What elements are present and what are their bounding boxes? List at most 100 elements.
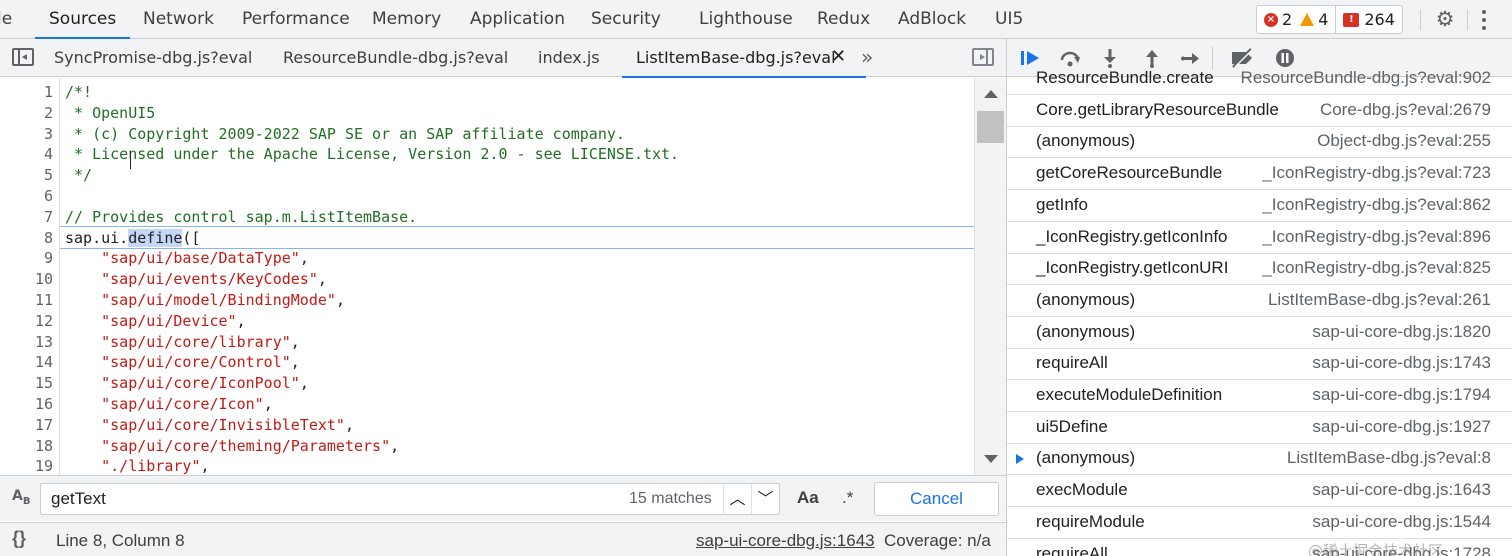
frame-location-link[interactable]: _IconRegistry-dbg.js?eval:723 [1262, 163, 1491, 183]
line-number[interactable]: 17 [0, 415, 53, 436]
frame-location-link[interactable]: sap-ui-core-dbg.js:1544 [1312, 512, 1491, 532]
editor-scrollbar[interactable] [974, 78, 1006, 475]
call-frame[interactable]: getInfo _IconRegistry-dbg.js?eval:862 [1007, 190, 1512, 222]
replace-toggle-icon[interactable]: AB [12, 488, 30, 507]
call-frame[interactable]: ui5Define sap-ui-core-dbg.js:1927 [1007, 412, 1512, 444]
previous-match-button[interactable]: ︿ [723, 484, 751, 514]
call-frame[interactable]: requireAll sap-ui-core-dbg.js:1743 [1007, 348, 1512, 381]
gear-icon[interactable]: ⚙ [1434, 8, 1456, 30]
line-number[interactable]: 5 [0, 165, 53, 186]
panel-tab-redux[interactable]: Redux [817, 0, 870, 39]
frame-location-link[interactable]: ListItemBase-dbg.js?eval:261 [1268, 290, 1491, 310]
more-tabs-icon[interactable]: » [861, 46, 873, 68]
toggle-navigator-icon[interactable] [12, 48, 34, 66]
call-frame[interactable]: (anonymous) sap-ui-core-dbg.js:1820 [1007, 317, 1512, 349]
panel-tab-bar: le Sources Network Performance Memory Ap… [0, 0, 1512, 39]
code-line: 12 "sap/ui/Device", [0, 311, 974, 332]
panel-tab-network[interactable]: Network [143, 0, 214, 39]
search-input[interactable] [51, 484, 551, 514]
call-frame[interactable]: (anonymous) ListItemBase-dbg.js?eval:8 [1007, 443, 1512, 476]
line-number[interactable]: 3 [0, 124, 53, 145]
code-line: 2 * OpenUI5 [0, 103, 974, 124]
line-number[interactable]: 12 [0, 311, 53, 332]
frame-location-link[interactable]: Object-dbg.js?eval:255 [1317, 131, 1491, 151]
call-frame[interactable]: requireModule sap-ui-core-dbg.js:1544 [1007, 507, 1512, 539]
line-number[interactable]: 15 [0, 373, 53, 394]
cancel-search-button[interactable]: Cancel [874, 482, 999, 516]
frame-function-name: (anonymous) [1036, 321, 1136, 341]
line-number[interactable]: 2 [0, 103, 53, 124]
code-editor[interactable]: 1/*! 2 * OpenUI5 3 * (c) Copyright 2009-20… [0, 78, 974, 475]
line-number[interactable]: 11 [0, 290, 53, 311]
panel-tab-ui5[interactable]: UI5 [995, 0, 1023, 39]
call-frame[interactable]: getCoreResourceBundle _IconRegistry-dbg.j… [1007, 158, 1512, 191]
frame-function-name: ResourceBundle.create [1036, 68, 1214, 87]
line-number[interactable]: 14 [0, 352, 53, 373]
file-tab-index[interactable]: index.js [538, 39, 600, 77]
frame-location-link[interactable]: sap-ui-core-dbg.js:1794 [1312, 385, 1491, 405]
frame-location-link[interactable]: sap-ui-core-dbg.js:1743 [1312, 353, 1491, 373]
frame-location-link[interactable]: sap-ui-core-dbg.js:1820 [1312, 322, 1491, 342]
line-number[interactable]: 9 [0, 248, 53, 269]
devtools-window: { "panels": ["le","Sources","Network","P… [0, 0, 1512, 556]
line-source: "sap/ui/model/BindingMode", [101, 291, 345, 309]
source-link[interactable]: sap-ui-core-dbg.js:1643 [696, 531, 875, 551]
call-frame[interactable]: (anonymous) ListItemBase-dbg.js?eval:261 [1007, 285, 1512, 317]
more-options-icon[interactable] [1478, 8, 1490, 32]
line-number[interactable]: 13 [0, 332, 53, 353]
call-frame[interactable]: Core.getLibraryResourceBundle Core-dbg.js… [1007, 95, 1512, 127]
regex-button[interactable]: .* [842, 488, 853, 508]
line-number[interactable]: 1 [0, 82, 53, 103]
call-frame[interactable]: (anonymous) Object-dbg.js?eval:255 [1007, 126, 1512, 159]
line-number[interactable]: 10 [0, 269, 53, 290]
frame-location-link[interactable]: _IconRegistry-dbg.js?eval:896 [1262, 227, 1491, 247]
line-source: * Licensed under the Apache License, Ver… [65, 145, 680, 164]
line-source: "sap/ui/core/Control", [101, 353, 300, 372]
line-number[interactable]: 6 [0, 186, 53, 207]
panel-tab-memory[interactable]: Memory [372, 0, 441, 39]
panel-tab-application[interactable]: Application [470, 0, 565, 39]
current-line-highlight [60, 226, 974, 249]
panel-tab-console[interactable]: le [0, 0, 12, 39]
scroll-up-icon[interactable] [984, 90, 998, 98]
call-frame[interactable]: execModule sap-ui-core-dbg.js:1643 [1007, 475, 1512, 508]
line-number[interactable]: 18 [0, 436, 53, 457]
panel-tab-lighthouse[interactable]: Lighthouse [699, 0, 793, 39]
panel-tab-sources[interactable]: Sources [34, 0, 131, 39]
line-number[interactable]: 19 [0, 456, 53, 475]
frame-location-link[interactable]: sap-ui-core-dbg.js:1927 [1312, 417, 1491, 437]
panel-tab-security[interactable]: Security [591, 0, 661, 39]
match-case-button[interactable]: Aa [797, 488, 819, 508]
code-line: 4 * Licensed under the Apache License, V… [0, 144, 974, 165]
frame-location-link[interactable]: sap-ui-core-dbg.js:1643 [1312, 480, 1491, 500]
next-match-button[interactable]: ﹀ [751, 484, 779, 514]
frame-location-link[interactable]: ListItemBase-dbg.js?eval:8 [1287, 448, 1491, 468]
coverage-status: Coverage: n/a [884, 531, 991, 550]
call-frame[interactable]: _IconRegistry.getIconInfo _IconRegistry-d… [1007, 222, 1512, 254]
close-tab-icon[interactable]: ✕ [831, 47, 846, 67]
line-source: "sap/ui/core/library", [101, 332, 300, 351]
line-number[interactable]: 16 [0, 394, 53, 415]
call-frame[interactable]: executeModuleDefinition sap-ui-core-dbg.j… [1007, 380, 1512, 412]
issue-counters[interactable]: × 2 4 ! 264 [1256, 5, 1403, 34]
panel-tab-adblock[interactable]: AdBlock [898, 0, 966, 39]
scroll-thumb[interactable] [977, 111, 1004, 143]
pretty-print-icon[interactable]: {} [12, 528, 26, 549]
line-number[interactable]: 8 [0, 228, 53, 249]
call-frame[interactable]: ResourceBundle.create ResourceBundle-dbg.… [1007, 63, 1512, 95]
frame-location-link[interactable]: _IconRegistry-dbg.js?eval:825 [1262, 258, 1491, 278]
line-number[interactable]: 4 [0, 144, 53, 165]
status-bar: {} Line 8, Column 8 sap-ui-core-dbg.js:1… [0, 522, 1006, 556]
file-tab-syncpromise[interactable]: SyncPromise-dbg.js?eval [54, 39, 252, 77]
frame-location-link[interactable]: Core-dbg.js?eval:2679 [1320, 100, 1491, 120]
frame-location-link[interactable]: _IconRegistry-dbg.js?eval:862 [1262, 195, 1491, 215]
toggle-debugger-icon[interactable] [972, 48, 994, 66]
frame-location-link[interactable]: ResourceBundle-dbg.js?eval:902 [1241, 68, 1491, 88]
file-tab-listitembase[interactable]: ListItemBase-dbg.js?eval [622, 39, 865, 78]
line-number[interactable]: 7 [0, 207, 53, 228]
call-frame[interactable]: _IconRegistry.getIconURI _IconRegistry-db… [1007, 253, 1512, 286]
code-line: 14 "sap/ui/core/Control", [0, 352, 974, 373]
file-tab-resourcebundle[interactable]: ResourceBundle-dbg.js?eval [283, 39, 508, 77]
scroll-down-icon[interactable] [984, 455, 998, 463]
panel-tab-performance[interactable]: Performance [242, 0, 350, 39]
